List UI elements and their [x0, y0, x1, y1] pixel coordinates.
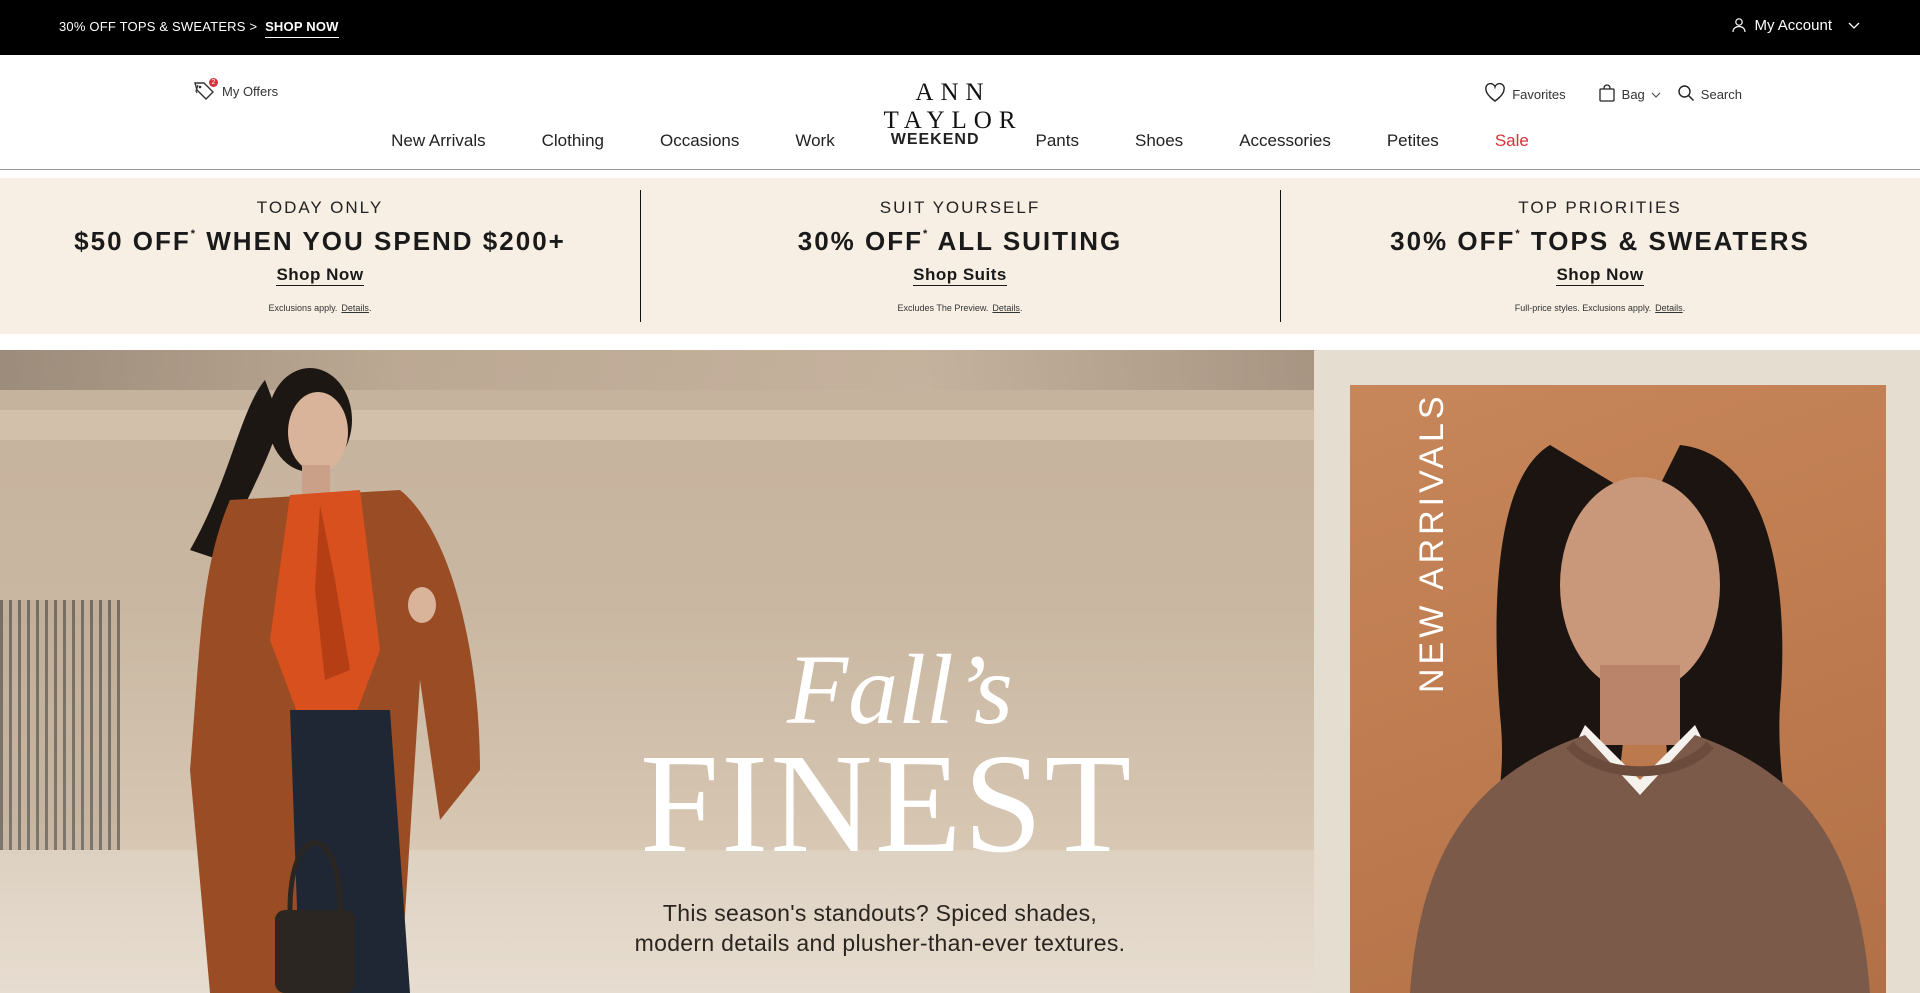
nav-petites[interactable]: Petites — [1387, 131, 1439, 151]
promo-eyebrow: SUIT YOURSELF — [879, 198, 1041, 217]
header-utilities: Favorites Bag Search — [1484, 82, 1742, 106]
hero-new-arrivals[interactable]: NEW ARRIVALS — [1314, 350, 1920, 993]
nav-sale[interactable]: Sale — [1495, 131, 1529, 151]
promo-headline: 30% OFF* TOPS & SWEATERS — [1390, 226, 1810, 256]
promo-fine-print: Excludes The Preview. Details. — [897, 303, 1023, 313]
promo-headline: $50 OFF* WHEN YOU SPEND $200+ — [74, 226, 566, 256]
user-icon — [1732, 18, 1747, 33]
search-icon — [1677, 84, 1695, 105]
shop-now-link[interactable]: Shop Now — [0, 265, 640, 286]
ann-taylor-logo[interactable]: ANN TAYLOR — [846, 79, 1060, 135]
hero-headline: Fall’s FINEST This season's standouts? S… — [635, 640, 1134, 957]
my-account-menu[interactable]: My Account — [1732, 17, 1860, 34]
promo-top-priorities: TOP PRIORITIES 30% OFF* TOPS & SWEATERS … — [1280, 178, 1920, 334]
new-arrivals-label: NEW ARRIVALS — [1413, 392, 1451, 693]
bag-label: Bag — [1621, 87, 1645, 102]
promo-suit-yourself: SUIT YOURSELF 30% OFF* ALL SUITING Shop … — [640, 178, 1280, 334]
my-offers-label: My Offers — [222, 83, 279, 99]
chevron-down-icon — [1848, 22, 1860, 30]
details-link[interactable]: Details — [1655, 303, 1683, 313]
top-promo-bar: 30% OFF TOPS & SWEATERS > SHOP NOW My Ac… — [0, 0, 1920, 55]
main-nav: New Arrivals Clothing Occasions Work WEE… — [0, 131, 1920, 151]
bag-icon — [1598, 84, 1616, 105]
wall-grille — [0, 600, 120, 880]
tag-icon: 2 — [194, 78, 218, 101]
promo-fine-print: Exclusions apply. Details. — [268, 303, 372, 313]
new-arrivals-image: NEW ARRIVALS — [1350, 385, 1886, 993]
nav-new-arrivals[interactable]: New Arrivals — [391, 131, 485, 151]
hero-falls-finest[interactable]: Fall’s FINEST This season's standouts? S… — [0, 350, 1314, 993]
nav-occasions[interactable]: Occasions — [660, 131, 739, 151]
top-promo[interactable]: 30% OFF TOPS & SWEATERS > SHOP NOW — [59, 19, 339, 38]
top-promo-link[interactable]: SHOP NOW — [265, 19, 339, 38]
nav-shoes[interactable]: Shoes — [1135, 131, 1183, 151]
nav-pants[interactable]: Pants — [1036, 131, 1079, 151]
shop-suits-link[interactable]: Shop Suits — [640, 265, 1280, 286]
my-account-label: My Account — [1754, 17, 1832, 34]
hero-subtitle: This season's standouts? Spiced shades, … — [634, 900, 1126, 956]
nav-work[interactable]: Work — [795, 131, 834, 151]
heart-icon — [1484, 82, 1506, 106]
favorites-link[interactable]: Favorites — [1484, 82, 1566, 106]
bag-link[interactable]: Bag — [1598, 84, 1661, 105]
promo-eyebrow: TOP PRIORITIES — [1518, 198, 1682, 217]
favorites-label: Favorites — [1512, 87, 1566, 102]
shop-now-link[interactable]: Shop Now — [1280, 265, 1920, 286]
nav-weekend[interactable]: WEEKEND — [891, 131, 980, 151]
my-offers-link[interactable]: 2 My Offers — [194, 78, 279, 101]
promo-today-only: TODAY ONLY $50 OFF* WHEN YOU SPEND $200+… — [0, 178, 640, 334]
promo-eyebrow: TODAY ONLY — [256, 198, 384, 217]
hero-big-title: FINEST — [640, 724, 1134, 882]
promo-fine-print: Full-price styles. Exclusions apply. Deta… — [1514, 303, 1686, 313]
promo-headline: 30% OFF* ALL SUITING — [797, 226, 1123, 256]
offers-badge: 2 — [209, 78, 218, 87]
site-header: 2 My Offers ANN TAYLOR Favorites Bag Sea… — [0, 55, 1920, 170]
hero-model-image — [190, 368, 480, 993]
nav-clothing[interactable]: Clothing — [542, 131, 604, 151]
details-link[interactable]: Details — [341, 303, 369, 313]
search-link[interactable]: Search — [1677, 84, 1742, 105]
search-label: Search — [1700, 87, 1742, 102]
nav-accessories[interactable]: Accessories — [1239, 131, 1331, 151]
details-link[interactable]: Details — [992, 303, 1020, 313]
chevron-down-icon — [1651, 87, 1661, 102]
promo-strip: TODAY ONLY $50 OFF* WHEN YOU SPEND $200+… — [0, 178, 1920, 334]
top-promo-text: 30% OFF TOPS & SWEATERS > — [59, 19, 258, 34]
